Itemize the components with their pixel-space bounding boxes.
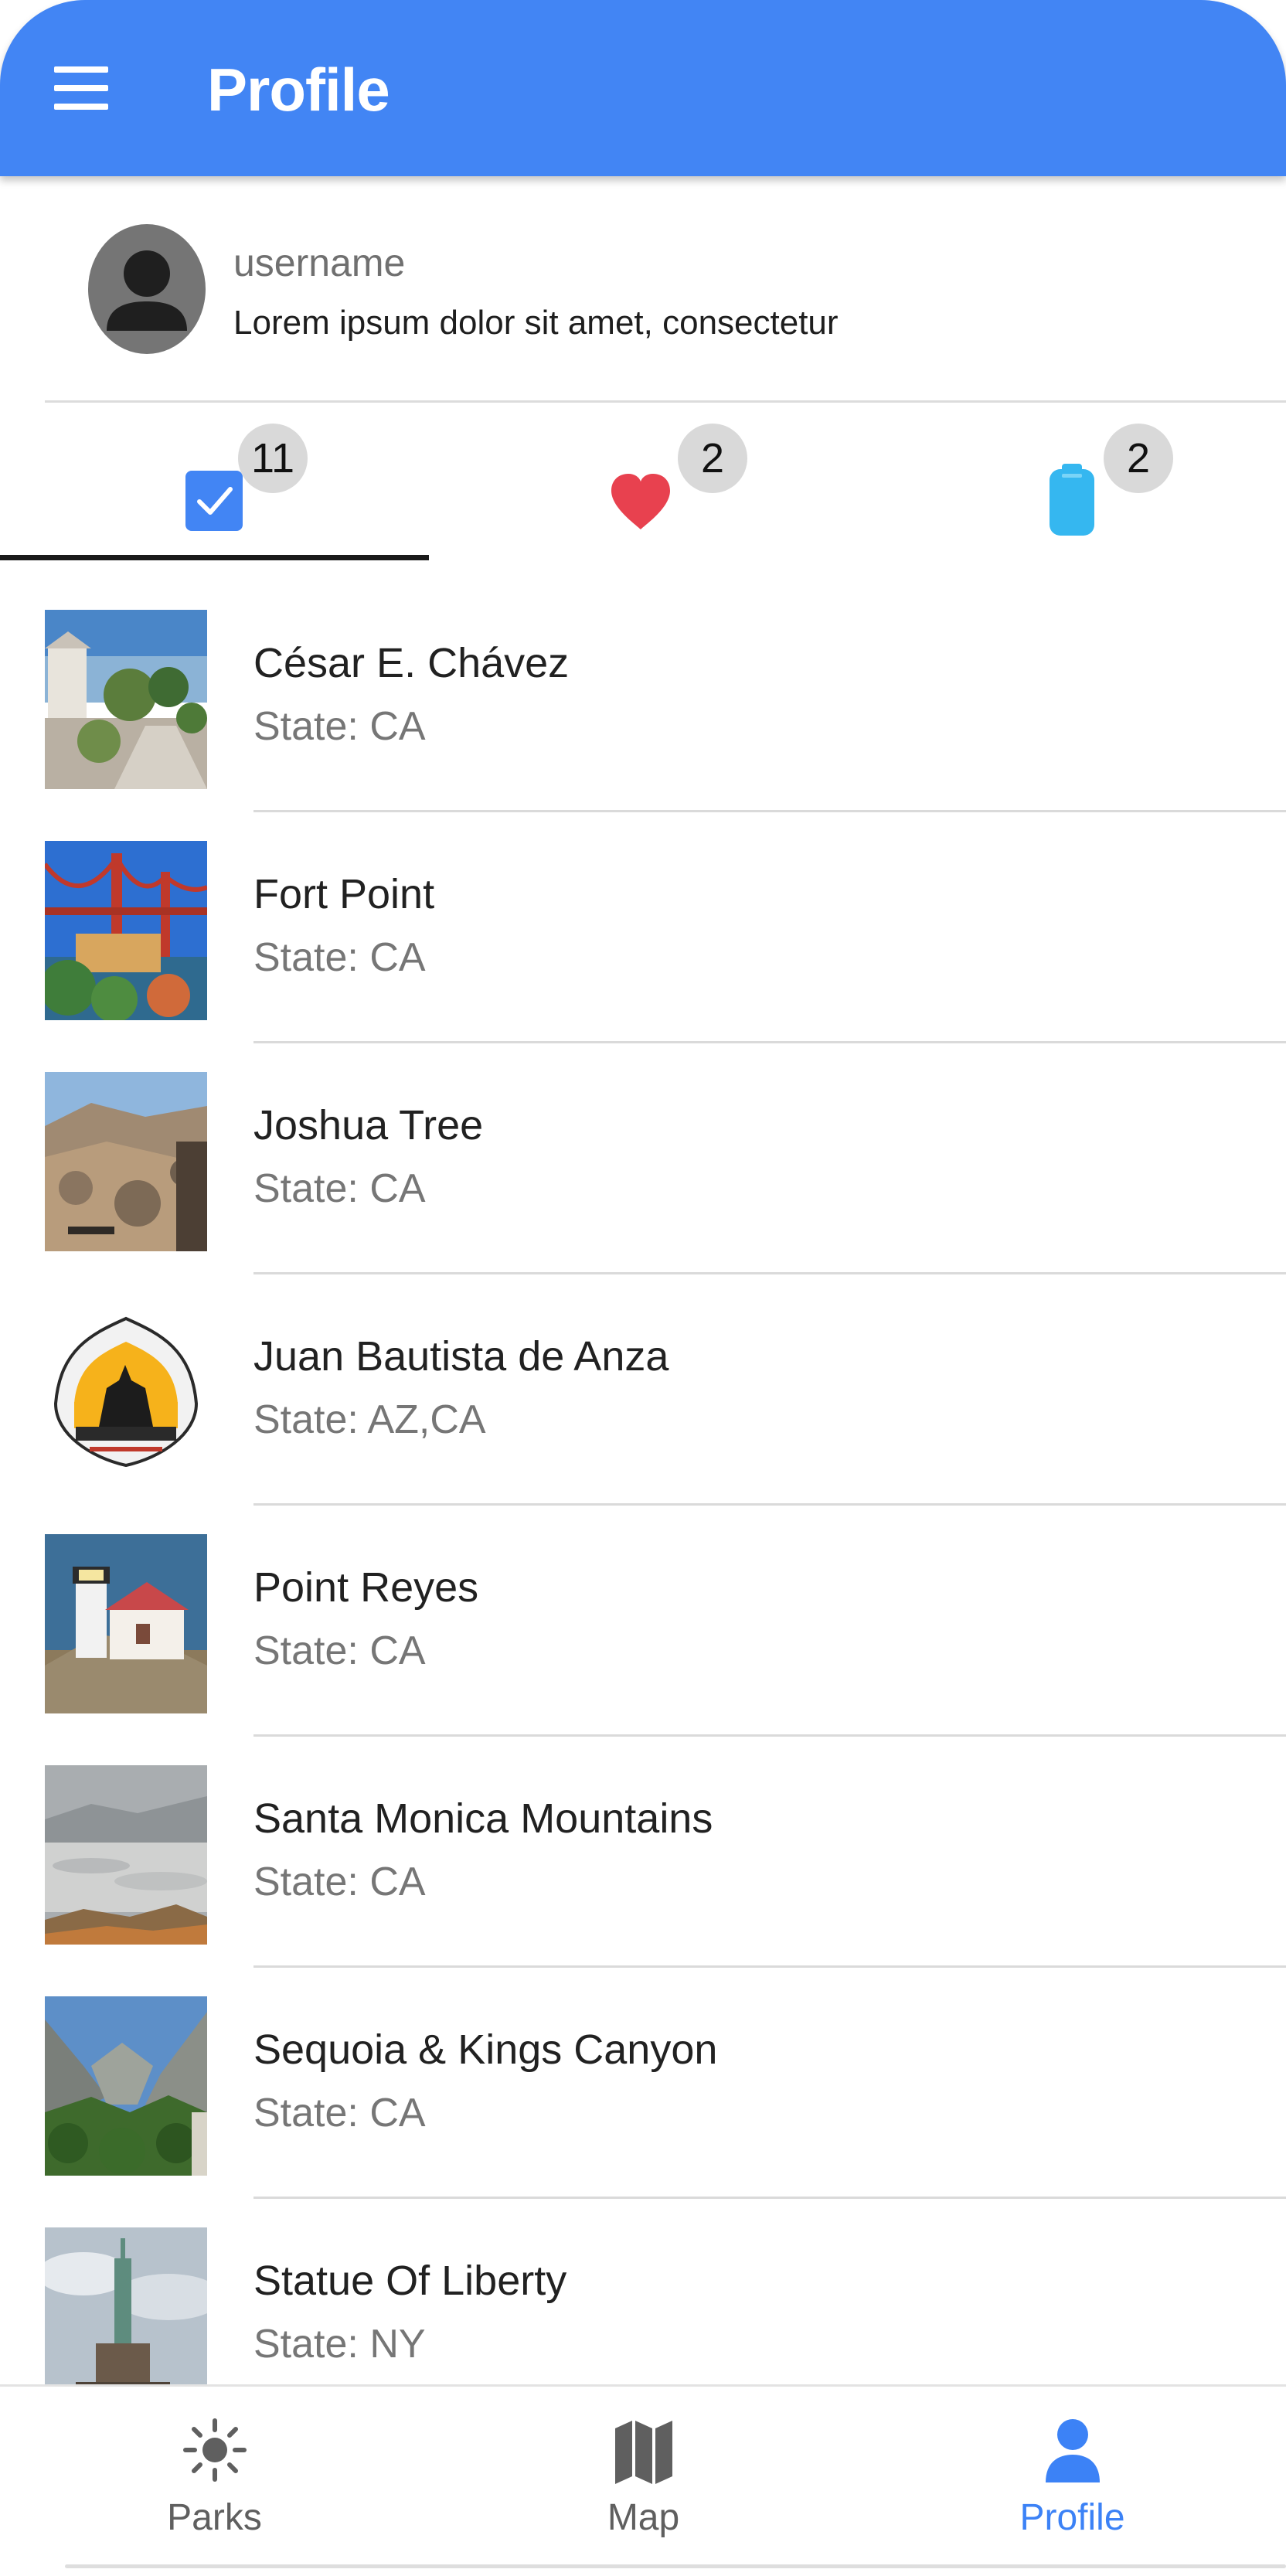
person-icon (107, 250, 187, 331)
park-thumbnail (45, 2227, 207, 2384)
divider (65, 2564, 1286, 2568)
wishlist-count-badge: 2 (1104, 424, 1173, 493)
list-item[interactable]: Santa Monica Mountains State: CA (0, 1714, 1286, 1968)
park-name: Juan Bautista de Anza (253, 1333, 669, 1380)
park-thumbnail (45, 841, 207, 1020)
favorites-count-badge: 2 (678, 424, 747, 493)
list-item[interactable]: Juan Bautista de Anza State: AZ,CA (0, 1252, 1286, 1506)
map-icon (615, 2421, 672, 2484)
park-state: State: CA (253, 2091, 426, 2135)
avatar[interactable] (88, 224, 206, 354)
park-thumbnail (45, 1765, 207, 1945)
park-name: Sequoia & Kings Canyon (253, 2026, 718, 2073)
person-icon (1046, 2419, 1100, 2482)
divider (45, 400, 1286, 403)
park-name: Statue Of Liberty (253, 2258, 567, 2304)
park-thumbnail (45, 1534, 207, 1713)
park-thumbnail (45, 610, 207, 789)
visited-count-badge: 11 (238, 424, 308, 493)
park-name: Fort Point (253, 871, 435, 917)
username: username (233, 241, 406, 284)
park-thumbnail (45, 1996, 207, 2176)
park-state: State: NY (253, 2322, 426, 2367)
list-item[interactable]: Sequoia & Kings Canyon State: CA (0, 1945, 1286, 2199)
park-state: State: CA (253, 1166, 426, 1211)
profile-bio: Lorem ipsum dolor sit amet, consectetur (233, 304, 839, 342)
list-item[interactable]: Statue Of Liberty State: NY (0, 2176, 1286, 2384)
bottom-navigation: Parks Map Profile (0, 2384, 1286, 2576)
list-item[interactable]: César E. Chávez State: CA (0, 559, 1286, 812)
park-name: Point Reyes (253, 1564, 479, 1611)
nav-label: Parks (167, 2497, 262, 2538)
park-state: State: AZ,CA (253, 1397, 486, 1442)
checkbox-icon (185, 471, 243, 531)
profile-tabs: 11 2 2 (0, 404, 1286, 560)
nav-parks[interactable]: Parks (0, 2387, 429, 2576)
app-bar: Profile (0, 0, 1286, 176)
park-state: State: CA (253, 1628, 426, 1673)
sun-icon (183, 2418, 247, 2482)
park-name: Joshua Tree (253, 1102, 484, 1148)
park-list: César E. Chávez State: CA Fort Point Sta… (0, 559, 1286, 2384)
nav-label: Profile (1019, 2497, 1125, 2538)
heart-icon (611, 474, 670, 529)
nav-label: Map (607, 2497, 680, 2538)
page-title: Profile (207, 56, 390, 124)
park-thumbnail (45, 1072, 207, 1251)
list-item[interactable]: Fort Point State: CA (0, 790, 1286, 1043)
tab-wishlist[interactable]: 2 (858, 404, 1286, 559)
battery-icon (1050, 464, 1094, 536)
park-state: State: CA (253, 1860, 426, 1904)
park-name: Santa Monica Mountains (253, 1795, 713, 1842)
menu-icon[interactable] (54, 66, 108, 110)
list-item[interactable]: Joshua Tree State: CA (0, 1021, 1286, 1274)
park-thumbnail (45, 1303, 207, 1482)
park-state: State: CA (253, 935, 426, 980)
park-state: State: CA (253, 704, 426, 749)
list-item[interactable]: Point Reyes State: CA (0, 1483, 1286, 1737)
park-name: César E. Chávez (253, 640, 570, 686)
tab-visited[interactable]: 11 (0, 404, 429, 560)
tab-favorites[interactable]: 2 (429, 404, 858, 559)
nav-map[interactable]: Map (429, 2387, 858, 2576)
profile-header: username Lorem ipsum dolor sit amet, con… (0, 176, 1286, 403)
nav-profile[interactable]: Profile (858, 2387, 1286, 2576)
